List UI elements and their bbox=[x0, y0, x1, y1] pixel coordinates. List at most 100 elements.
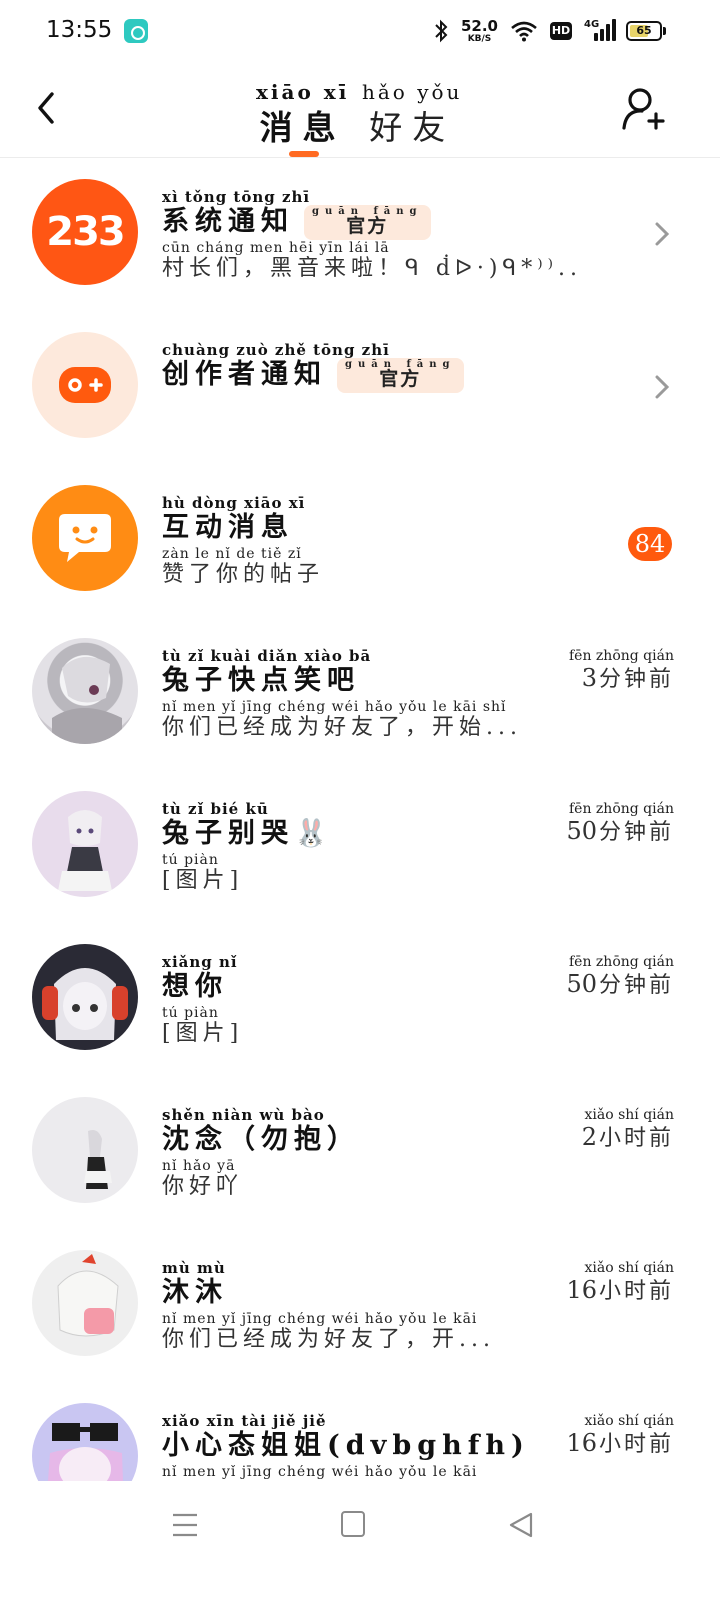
list-item-chat[interactable]: shěn niàn wù bào 沈念（勿抱） nǐ hǎo yā 你好吖 xi… bbox=[0, 1077, 720, 1229]
title-pinyin: chuàng zuò zhě tōng zhī bbox=[162, 341, 390, 359]
subtitle-pinyin: zàn le nǐ de tiě zǐ bbox=[162, 547, 302, 562]
signal-type: 4G bbox=[584, 19, 600, 30]
title-pinyin: xiǎo xīn tài jiě jiě bbox=[162, 1412, 327, 1430]
time-number: 50 bbox=[566, 817, 597, 845]
tab-friends[interactable]: hǎo yǒu 好友 bbox=[362, 80, 462, 149]
logo-233-avatar: 233 bbox=[32, 179, 138, 285]
back-button[interactable] bbox=[30, 88, 64, 128]
official-badge: guān fāng 官方 bbox=[304, 205, 431, 240]
time-unit: 小时前 bbox=[598, 1279, 674, 1304]
title-pinyin: mù mù bbox=[162, 1259, 226, 1277]
list-item-chat[interactable]: tù zǐ bié kū 兔子别哭🐰 tú piàn [图片] fēn zhōn… bbox=[0, 771, 720, 923]
user-avatar bbox=[32, 1250, 138, 1356]
time-number: 2 bbox=[581, 1123, 597, 1151]
time-pinyin: fēn zhōng qián bbox=[569, 954, 674, 970]
message-title: 兔子快点笑吧 bbox=[162, 665, 360, 696]
time-pinyin: xiǎo shí qián bbox=[584, 1107, 674, 1123]
chevron-right-icon bbox=[655, 375, 670, 399]
message-time: xiǎo shí qián 16小时前 bbox=[562, 1260, 674, 1306]
user-avatar bbox=[32, 791, 138, 897]
network-speed: 52.0 KB/S bbox=[460, 16, 498, 44]
message-preview: 你们已经成为好友了，开始... bbox=[162, 715, 522, 740]
message-title: 沈念（勿抱） bbox=[162, 1124, 360, 1155]
interaction-avatar bbox=[32, 485, 138, 591]
message-preview: 你好吖 bbox=[162, 1174, 244, 1199]
time-pinyin: fēn zhōng qián bbox=[569, 648, 674, 664]
title-pinyin: tù zǐ bié kū bbox=[162, 800, 269, 818]
message-time: fēn zhōng qián 3分钟前 bbox=[547, 648, 674, 694]
message-preview: [图片] bbox=[162, 868, 244, 893]
cellular-signal-icon: 4G bbox=[584, 19, 616, 43]
official-badge-label: 官方 bbox=[379, 368, 422, 390]
list-item-chat[interactable]: xiǎng nǐ 想你 tú piàn [图片] fēn zhōng qián … bbox=[0, 924, 720, 1076]
creator-avatar bbox=[32, 332, 138, 438]
active-tab-indicator bbox=[289, 151, 319, 157]
status-time: 13:55 bbox=[46, 17, 113, 43]
chevron-right-icon bbox=[655, 222, 670, 246]
subtitle-pinyin: nǐ men yǐ jīng chéng wéi hǎo yǒu le kāi bbox=[162, 1312, 478, 1327]
unread-count-badge: 84 bbox=[628, 527, 672, 561]
message-preview: 村长们，黑音来啦！ᑫ ḋᐅ·)ᑫ*⁾⁾... bbox=[162, 256, 582, 281]
official-badge-label: 官方 bbox=[346, 215, 389, 237]
subtitle-pinyin: nǐ hǎo yā bbox=[162, 1159, 236, 1174]
message-title: 小心态姐姐(dvbghfh) bbox=[162, 1430, 530, 1461]
bluetooth-icon bbox=[433, 19, 449, 43]
title-pinyin: xiǎng nǐ bbox=[162, 953, 238, 971]
user-avatar bbox=[32, 1403, 138, 1481]
list-item-chat[interactable]: mù mù 沐沐 nǐ men yǐ jīng chéng wéi hǎo yǒ… bbox=[0, 1230, 720, 1382]
time-unit: 分钟前 bbox=[598, 667, 674, 692]
recent-apps-icon[interactable] bbox=[172, 1511, 198, 1539]
subtitle-pinyin: nǐ men yǐ jīng chéng wéi hǎo yǒu le kāi … bbox=[162, 700, 507, 715]
time-unit: 小时前 bbox=[598, 1126, 674, 1151]
message-time: fēn zhōng qián 50分钟前 bbox=[547, 801, 674, 847]
home-icon[interactable] bbox=[341, 1511, 365, 1537]
tab-messages-label: 消息 bbox=[259, 108, 346, 147]
list-item-system-notice[interactable]: 233 xì tǒng tōng zhī 系统通知 guān fāng 官方 cūn… bbox=[0, 159, 720, 311]
hd-voice-icon: HD bbox=[550, 22, 572, 40]
app-notification-icon bbox=[124, 19, 148, 43]
list-item-interactions[interactable]: hù dòng xiāo xī 互动消息 zàn le nǐ de tiě zǐ… bbox=[0, 465, 720, 617]
message-list: 233 xì tǒng tōng zhī 系统通知 guān fāng 官方 cūn… bbox=[0, 159, 720, 1481]
gamepad-icon bbox=[59, 367, 111, 403]
subtitle-pinyin: tú piàn bbox=[162, 1006, 219, 1021]
battery-icon: 65 bbox=[626, 21, 666, 41]
message-title: 互动消息 bbox=[162, 512, 294, 543]
back-arrow-icon bbox=[38, 92, 54, 124]
title-pinyin: xì tǒng tōng zhī bbox=[162, 188, 311, 206]
message-title: 想你 bbox=[162, 971, 228, 1002]
list-item-chat[interactable]: xiǎo xīn tài jiě jiě 小心态姐姐(dvbghfh) nǐ m… bbox=[0, 1383, 720, 1481]
title-pinyin: hù dòng xiāo xī bbox=[162, 494, 306, 512]
time-number: 3 bbox=[581, 664, 597, 692]
list-item-chat[interactable]: tù zǐ kuài diǎn xiào bā 兔子快点笑吧 nǐ men yǐ… bbox=[0, 618, 720, 770]
chat-bubble-icon bbox=[59, 514, 111, 562]
add-user-icon bbox=[622, 88, 665, 130]
tab-messages[interactable]: xiāo xī 消息 bbox=[256, 80, 349, 149]
add-friend-button[interactable] bbox=[620, 86, 666, 134]
time-number: 16 bbox=[566, 1276, 597, 1304]
time-unit: 分钟前 bbox=[598, 820, 674, 845]
nav-back-icon[interactable] bbox=[508, 1511, 534, 1539]
status-bar: 13:55 52.0 KB/S HD 4G 65 bbox=[0, 0, 720, 64]
network-speed-unit: KB/S bbox=[467, 33, 492, 44]
user-avatar bbox=[32, 1097, 138, 1203]
list-item-creator-notice[interactable]: chuàng zuò zhě tōng zhī 创作者通知 guān fāng 官方 bbox=[0, 312, 720, 464]
time-pinyin: xiǎo shí qián bbox=[584, 1413, 674, 1429]
title-pinyin: tù zǐ kuài diǎn xiào bā bbox=[162, 647, 372, 665]
subtitle-pinyin: tú piàn bbox=[162, 853, 219, 868]
logo-233-text: 233 bbox=[46, 209, 125, 255]
title-pinyin: shěn niàn wù bào bbox=[162, 1106, 325, 1124]
message-title: 兔子别哭🐰 bbox=[162, 818, 334, 849]
time-pinyin: fēn zhōng qián bbox=[569, 801, 674, 817]
network-speed-value: 52.0 bbox=[460, 16, 498, 35]
header: xiāo xī 消息 hǎo yǒu 好友 bbox=[0, 64, 720, 158]
official-badge: guān fāng 官方 bbox=[337, 358, 464, 393]
message-preview: 赞了你的帖子 bbox=[162, 562, 325, 587]
system-nav-bar bbox=[0, 1481, 720, 1600]
battery-level: 65 bbox=[636, 24, 652, 37]
message-title: 沐沐 bbox=[162, 1277, 228, 1308]
user-avatar bbox=[32, 638, 138, 744]
time-unit: 分钟前 bbox=[598, 973, 674, 998]
time-number: 16 bbox=[566, 1429, 597, 1457]
tab-friends-label: 好友 bbox=[369, 108, 456, 147]
time-number: 50 bbox=[566, 970, 597, 998]
